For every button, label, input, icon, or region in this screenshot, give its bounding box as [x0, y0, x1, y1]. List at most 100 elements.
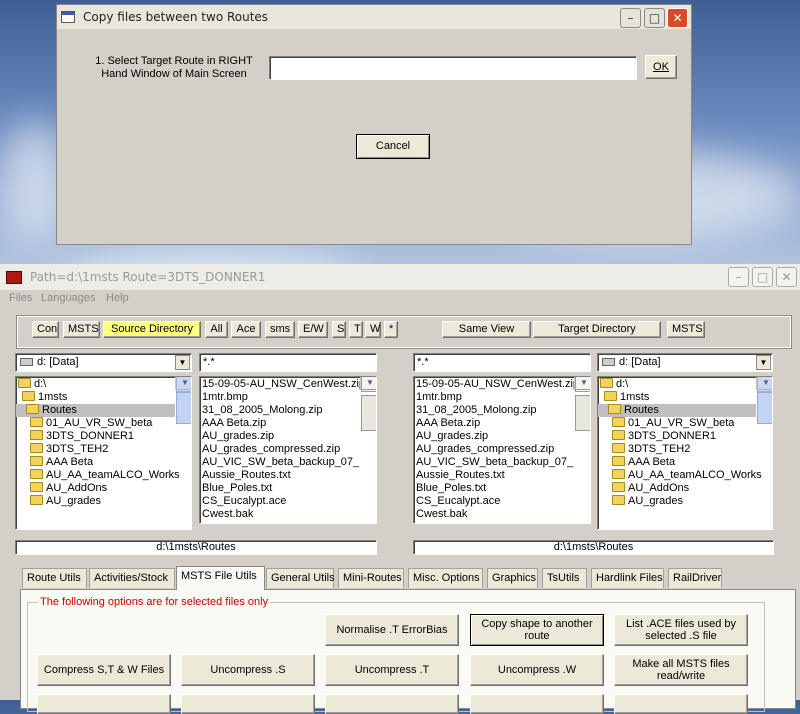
menu-help[interactable]: Help: [106, 292, 129, 304]
ace-button[interactable]: Ace: [231, 321, 261, 338]
utility-button[interactable]: [37, 694, 171, 714]
list-item[interactable]: 01_AU_VR_SW_beta: [16, 417, 191, 430]
scrollbar[interactable]: ▲▼: [360, 377, 376, 431]
list-item[interactable]: AU_grades: [16, 495, 191, 508]
menu-languages[interactable]: Languages: [41, 292, 95, 304]
list-item[interactable]: CS_Eucalypt.ace: [200, 495, 376, 508]
source-directory-button[interactable]: Source Directory: [103, 321, 201, 338]
list-item[interactable]: AU_AddOns: [598, 482, 772, 495]
t-button[interactable]: T: [349, 321, 363, 338]
copy-shape-button[interactable]: Copy shape to another route: [470, 614, 604, 646]
tab-tsutils[interactable]: TsUtils: [542, 568, 587, 588]
scroll-thumb[interactable]: [575, 395, 590, 431]
scroll-thumb[interactable]: [361, 395, 376, 431]
target-directory-button[interactable]: Target Directory: [533, 321, 661, 338]
main-maximize-button[interactable]: □: [752, 267, 773, 287]
chevron-down-icon[interactable]: ▼: [175, 355, 190, 370]
utility-button[interactable]: [470, 694, 604, 714]
list-item[interactable]: AAA Beta.zip: [414, 417, 590, 430]
right-filter-input[interactable]: *.*: [413, 353, 591, 372]
list-item[interactable]: 3DTS_TEH2: [16, 443, 191, 456]
dialog-titlebar[interactable]: Copy files between two Routes – □ ✕: [57, 5, 691, 29]
list-item[interactable]: AU_grades.zip: [414, 430, 590, 443]
left-filter-input[interactable]: *.*: [199, 353, 377, 372]
list-ace-button[interactable]: List .ACE files used by selected .S file: [614, 614, 748, 646]
list-item[interactable]: d:\: [16, 378, 191, 391]
scroll-thumb[interactable]: [176, 392, 191, 424]
list-item[interactable]: AAA Beta.zip: [200, 417, 376, 430]
scroll-down-icon[interactable]: ▼: [575, 377, 590, 390]
ew-button[interactable]: E/W: [298, 321, 328, 338]
right-drive-select[interactable]: d: [Data] ▼: [597, 353, 773, 372]
right-file-list[interactable]: 15-09-05-AU_NSW_CenWest.zip 1mtr.bmp 31_…: [413, 376, 591, 524]
tab-graphics[interactable]: Graphics: [487, 568, 538, 588]
list-item[interactable]: 15-09-05-AU_NSW_CenWest.zip: [200, 378, 376, 391]
list-item[interactable]: 1msts: [16, 391, 191, 404]
tab-hardlink-files[interactable]: Hardlink Files: [591, 568, 664, 588]
tab-general-utils[interactable]: General Utils: [266, 568, 335, 588]
list-item[interactable]: AU_grades.zip: [200, 430, 376, 443]
list-item[interactable]: 1msts: [598, 391, 772, 404]
tab-misc-options[interactable]: Misc. Options: [408, 568, 483, 588]
scroll-thumb[interactable]: [757, 392, 772, 424]
scroll-down-icon[interactable]: ▼: [176, 377, 191, 390]
make-read-write-button[interactable]: Make all MSTS files read/write: [614, 654, 748, 686]
scrollbar[interactable]: ▲▼: [756, 377, 772, 424]
tab-activities-stock[interactable]: Activities/Stock: [89, 568, 175, 588]
list-item[interactable]: d:\: [598, 378, 772, 391]
left-folder-list[interactable]: d:\ 1msts Routes 01_AU_VR_SW_beta 3DTS_D…: [15, 376, 192, 530]
uncompress-s-button[interactable]: Uncompress .S: [181, 654, 315, 686]
utility-button[interactable]: [181, 694, 315, 714]
ok-button[interactable]: OK: [645, 55, 677, 79]
w-button[interactable]: W: [365, 321, 381, 338]
tab-msts-file-utils[interactable]: MSTS File Utils: [176, 566, 265, 590]
list-item[interactable]: AAA Beta: [598, 456, 772, 469]
close-button[interactable]: ✕: [667, 8, 688, 28]
list-item[interactable]: AU_grades_compressed.zip: [414, 443, 590, 456]
chevron-down-icon[interactable]: ▼: [756, 355, 771, 370]
list-item[interactable]: Aussie_Routes.txt: [414, 469, 590, 482]
main-close-button[interactable]: ✕: [776, 267, 797, 287]
utility-button[interactable]: [325, 694, 459, 714]
list-item[interactable]: Blue_Poles.txt: [200, 482, 376, 495]
msts-right-button[interactable]: MSTS: [667, 321, 705, 338]
scrollbar[interactable]: ▲▼: [175, 377, 191, 424]
list-item[interactable]: AU_grades_compressed.zip: [200, 443, 376, 456]
list-item[interactable]: AAA Beta: [16, 456, 191, 469]
list-item[interactable]: AU_VIC_SW_beta_backup_07_: [200, 456, 376, 469]
list-item[interactable]: 3DTS_TEH2: [598, 443, 772, 456]
menu-files[interactable]: Files: [9, 292, 32, 304]
cancel-button[interactable]: Cancel: [356, 134, 430, 159]
maximize-button[interactable]: □: [644, 8, 665, 28]
list-item[interactable]: AU_AddOns: [16, 482, 191, 495]
con-button[interactable]: Con: [32, 321, 59, 338]
scrollbar[interactable]: ▲▼: [574, 377, 590, 431]
uncompress-w-button[interactable]: Uncompress .W: [470, 654, 604, 686]
left-drive-select[interactable]: d: [Data] ▼: [15, 353, 192, 372]
target-route-input[interactable]: [269, 56, 637, 80]
list-item[interactable]: 3DTS_DONNER1: [598, 430, 772, 443]
star-button[interactable]: *: [384, 321, 398, 338]
tab-mini-routes[interactable]: Mini-Routes: [338, 568, 404, 588]
list-item[interactable]: 1mtr.bmp: [200, 391, 376, 404]
list-item[interactable]: AU_AA_teamALCO_Works: [598, 469, 772, 482]
msts-button[interactable]: MSTS: [63, 321, 100, 338]
all-button[interactable]: All: [205, 321, 228, 338]
minimize-button[interactable]: –: [620, 8, 641, 28]
right-folder-list[interactable]: d:\ 1msts Routes 01_AU_VR_SW_beta 3DTS_D…: [597, 376, 773, 530]
list-item[interactable]: Routes: [598, 404, 756, 417]
list-item[interactable]: AU_grades: [598, 495, 772, 508]
list-item[interactable]: AU_VIC_SW_beta_backup_07_: [414, 456, 590, 469]
s-button[interactable]: S: [332, 321, 346, 338]
left-file-list[interactable]: 15-09-05-AU_NSW_CenWest.zip 1mtr.bmp 31_…: [199, 376, 377, 524]
same-view-button[interactable]: Same View: [442, 321, 531, 338]
list-item[interactable]: Aussie_Routes.txt: [200, 469, 376, 482]
sms-button[interactable]: sms: [265, 321, 295, 338]
list-item[interactable]: 1mtr.bmp: [414, 391, 590, 404]
list-item[interactable]: 31_08_2005_Molong.zip: [414, 404, 590, 417]
list-item[interactable]: 3DTS_DONNER1: [16, 430, 191, 443]
list-item[interactable]: 01_AU_VR_SW_beta: [598, 417, 772, 430]
uncompress-t-button[interactable]: Uncompress .T: [325, 654, 459, 686]
scroll-down-icon[interactable]: ▼: [757, 377, 772, 390]
list-item[interactable]: AU_AA_teamALCO_Works: [16, 469, 191, 482]
